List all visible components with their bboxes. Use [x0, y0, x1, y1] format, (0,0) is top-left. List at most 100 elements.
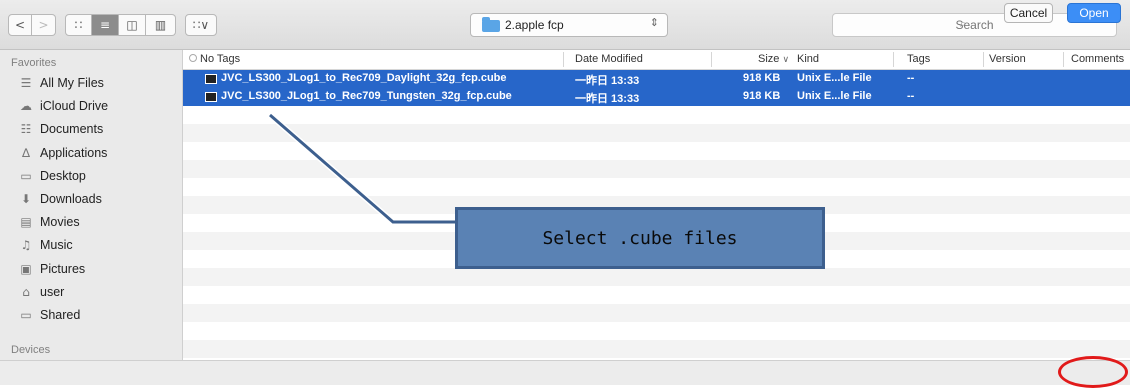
empty-row [183, 178, 1130, 196]
search-icon: ⌕ [960, 17, 967, 30]
column-header-date[interactable]: Date Modified [575, 53, 643, 65]
file-icon [205, 92, 217, 102]
coverflow-view-button[interactable]: ▥ [146, 14, 176, 36]
sidebar-item-shared[interactable]: ▭ Shared [18, 305, 80, 325]
column-header-version[interactable]: Version [989, 53, 1026, 65]
file-tags: -- [907, 72, 915, 84]
column-header-name[interactable]: No Tags [189, 53, 240, 65]
sidebar-item-applications[interactable]: ∆ Applications [18, 143, 107, 163]
list-header: No Tags Date Modified Size ∨ Kind Tags V… [183, 50, 1130, 70]
column-view-button[interactable]: ◫ [119, 14, 146, 36]
column-header-tags[interactable]: Tags [907, 53, 930, 65]
dialog-button-bar [0, 360, 1130, 385]
desktop-icon: ▭ [20, 168, 32, 183]
sidebar-item-label: Pictures [40, 261, 86, 276]
column-view-icon: ◫ [126, 18, 138, 32]
coverflow-view-icon: ▥ [154, 18, 167, 32]
sidebar-heading-favorites: Favorites [11, 57, 57, 69]
column-divider [983, 52, 984, 67]
sidebar-item-downloads[interactable]: ⬇ Downloads [18, 189, 102, 209]
sidebar: Favorites ☰ All My Files ☁ iCloud Drive ☷ Doc… [0, 50, 183, 360]
cloud-icon: ☁ [20, 99, 32, 114]
location-label: 2.apple fcp [505, 18, 564, 32]
file-kind: Unix E...le File [797, 72, 872, 84]
column-divider [711, 52, 712, 67]
sidebar-item-pictures[interactable]: ▣ Pictures [18, 259, 85, 279]
file-date-modified: 一昨日 13:33 [575, 75, 640, 87]
empty-row [183, 268, 1130, 286]
sidebar-item-label: Music [40, 238, 73, 253]
sidebar-item-label: Shared [40, 308, 81, 322]
empty-row [183, 340, 1130, 358]
nav-buttons: < > [8, 14, 56, 36]
view-mode-buttons: ∷ ≡ ◫ ▥ [65, 14, 176, 36]
open-button[interactable]: Open [1067, 3, 1121, 23]
pictures-icon: ▣ [20, 261, 32, 276]
file-tags: -- [907, 90, 915, 102]
sidebar-item-desktop[interactable]: ▭ Desktop [18, 166, 86, 186]
sidebar-item-label: Movies [40, 215, 80, 230]
updown-arrows-icon: ⇕ [649, 16, 659, 29]
sidebar-item-documents[interactable]: ☷ Documents [18, 119, 104, 139]
callout-text: Select .cube files [542, 227, 738, 249]
forward-button[interactable]: > [32, 14, 56, 36]
list-view-icon: ≡ [99, 18, 111, 32]
column-header-comments[interactable]: Comments [1071, 53, 1124, 65]
shared-folder-icon: ▭ [20, 308, 32, 322]
sidebar-item-label: Documents [40, 122, 104, 137]
sidebar-item-music[interactable]: ♫ Music [18, 235, 73, 255]
list-view-button[interactable]: ≡ [92, 14, 119, 36]
callout-box: Select .cube files [455, 207, 825, 269]
column-divider [563, 52, 564, 67]
forward-icon: > [38, 18, 49, 32]
folder-icon [482, 17, 500, 32]
sidebar-item-user[interactable]: ⌂ user [18, 282, 64, 302]
empty-row [183, 142, 1130, 160]
icon-view-button[interactable]: ∷ [65, 14, 92, 36]
sidebar-item-label: iCloud Drive [40, 99, 109, 114]
tag-dot-icon [189, 54, 197, 62]
sidebar-heading-devices: Devices [11, 344, 51, 356]
sidebar-item-label: All My Files [40, 76, 104, 90]
empty-row [183, 160, 1130, 178]
documents-icon: ☷ [20, 122, 32, 137]
empty-row [183, 286, 1130, 304]
empty-row [183, 322, 1130, 340]
file-list: No Tags Date Modified Size ∨ Kind Tags V… [183, 50, 1130, 360]
column-header-kind[interactable]: Kind [797, 53, 819, 65]
empty-row [183, 106, 1130, 124]
home-icon: ⌂ [22, 284, 30, 299]
arrange-icon: ∷∨ [192, 18, 210, 32]
sort-descending-icon: ∨ [782, 55, 790, 65]
all-files-icon: ☰ [20, 76, 32, 90]
applications-icon: ∆ [21, 145, 31, 160]
file-kind: Unix E...le File [797, 90, 872, 102]
file-row[interactable]: JVC_LS300_JLog1_to_Rec709_Daylight_32g_f… [183, 70, 1130, 88]
movies-icon: ▤ [20, 215, 32, 230]
empty-row [183, 124, 1130, 142]
sidebar-item-label: Downloads [40, 192, 102, 206]
arrange-group: ∷∨ [185, 14, 217, 36]
file-icon [205, 74, 217, 84]
sidebar-item-label: user [40, 284, 65, 299]
file-date-modified: 一昨日 13:33 [575, 93, 640, 105]
back-icon: < [14, 18, 26, 32]
file-name: JVC_LS300_JLog1_to_Rec709_Daylight_32g_f… [221, 72, 507, 84]
sidebar-item-label: Applications [40, 145, 108, 160]
toolbar: < > ∷ ≡ ◫ ▥ ∷∨ 2.apple fcp ⇕ ⌕ [0, 0, 1130, 50]
cancel-button[interactable]: Cancel [1004, 3, 1053, 23]
column-header-size[interactable]: Size ∨ [758, 53, 789, 65]
sidebar-item-icloud-drive[interactable]: ☁ iCloud Drive [18, 96, 108, 116]
arrange-button[interactable]: ∷∨ [185, 14, 217, 36]
sidebar-item-label: Desktop [40, 168, 86, 183]
column-divider [1063, 52, 1064, 67]
sidebar-item-all-my-files[interactable]: ☰ All My Files [18, 73, 104, 93]
music-icon: ♫ [20, 238, 32, 253]
location-popup[interactable]: 2.apple fcp ⇕ [470, 13, 668, 37]
file-row[interactable]: JVC_LS300_JLog1_to_Rec709_Tungsten_32g_f… [183, 88, 1130, 106]
empty-row [183, 304, 1130, 322]
back-button[interactable]: < [8, 14, 32, 36]
file-name: JVC_LS300_JLog1_to_Rec709_Tungsten_32g_f… [221, 90, 512, 102]
sidebar-item-movies[interactable]: ▤ Movies [18, 212, 80, 232]
file-size: 918 KB [743, 72, 781, 84]
